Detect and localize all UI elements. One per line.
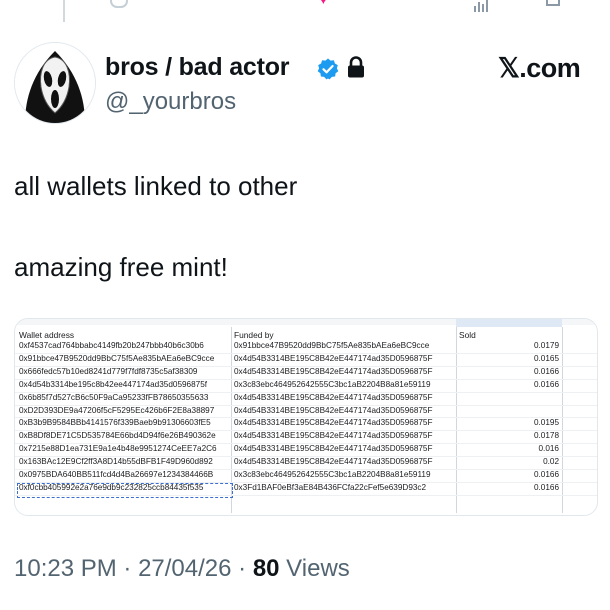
header-sold: Sold (459, 330, 476, 340)
sold-cell[interactable]: 0.02 (499, 457, 559, 466)
reply-icon[interactable] (110, 0, 128, 8)
heart-icon[interactable]: ♥ (318, 0, 336, 8)
wallet-address-cell[interactable]: 0x91bbce47B9520dd9BbC75f5Ae835bAEa6eBC9c… (19, 354, 214, 363)
funded-by-cell[interactable]: 0x91bbce47B9520dd9BbC75f5Ae835bAEa6eBC9c… (234, 341, 429, 350)
funded-by-cell[interactable]: 0x3Fd1BAF0eBf3aE84B436FCfa22cFef5e639D93… (234, 483, 426, 492)
sold-cell[interactable]: 0.0165 (499, 354, 559, 363)
funded-by-cell[interactable]: 0x4d54B3314BE195C8B42eE447174ad35D059687… (234, 457, 433, 466)
sold-cell[interactable]: 0.0166 (499, 367, 559, 376)
funded-by-cell[interactable]: 0x3c83ebc464952642555C3bc1aB2204B8a81e59… (234, 380, 431, 389)
date: 27/04/26 (138, 555, 232, 582)
sold-cell[interactable]: 0.0178 (499, 431, 559, 440)
verified-badge-icon (317, 58, 339, 80)
funded-by-cell[interactable]: 0x4d54B3314BE195C8B42eE447174ad35D059687… (234, 393, 433, 402)
lock-icon (348, 56, 364, 78)
funded-by-cell[interactable]: 0x4d54B3314BE195C8B42eE447174ad35D059687… (234, 431, 433, 440)
funded-by-cell[interactable]: 0x4d54B3314BE195C8B42eE447174ad35D059687… (234, 418, 433, 427)
brand-logo: 𝕏.com (498, 53, 581, 83)
sold-column-header-band (456, 319, 562, 327)
wallet-address-cell[interactable]: 0x0975BDA640BB511fcd4d4Ba26697e123438446… (19, 470, 213, 479)
avatar[interactable] (14, 42, 96, 124)
user-handle[interactable]: @_yourbros (105, 88, 236, 116)
sold-cell[interactable]: 0.0166 (499, 380, 559, 389)
tweet-text-line-1: all wallets linked to other (14, 171, 298, 201)
wallet-address-cell[interactable]: 0x7215e88D1ea731E9a1e4b48e9951274CeEE7a2… (19, 444, 217, 453)
header-funded: Funded by (234, 330, 274, 340)
wallet-address-cell[interactable]: 0x6b85f7d527cB6c50F9aCa95233fFB786503556… (19, 393, 208, 402)
display-name[interactable]: bros / bad actor (105, 53, 290, 82)
tweet-text-line-2: amazing free mint! (14, 252, 228, 282)
wallet-address-cell[interactable]: 0xB8Df8DE71C5D535784E66bd4D94f6e26B49036… (19, 431, 216, 440)
row-gridline (15, 494, 597, 496)
wallet-address-cell[interactable]: 0xf0cbb405992e2a76e9db9c232825ccb84435f5… (19, 483, 203, 492)
funded-by-cell[interactable]: 0x3c83ebc464952642555C3bc1aB2204B8a81e59… (234, 470, 431, 479)
wallet-address-cell[interactable]: 0x163BAc12E9Cf2ff3A8D14b55dBFB1F49D960d8… (19, 457, 213, 466)
wallet-address-cell[interactable]: 0x4d54b3314be195c8b42ee447174ad35d059687… (19, 380, 207, 389)
separator: · (231, 555, 253, 582)
funded-by-cell[interactable]: 0x4d54B3314BE195C8B42eE447174ad35D059687… (234, 444, 433, 453)
wallet-address-cell[interactable]: 0xD2D393DE9a47206f5cF5295Ec426b6F2E8a388… (19, 406, 214, 415)
spreadsheet-image[interactable]: Wallet address Funded by Sold 0xf4537cad… (14, 318, 598, 516)
bookmark-icon[interactable] (546, 0, 560, 6)
sold-cell[interactable]: 0.0195 (499, 418, 559, 427)
thread-line (63, 0, 65, 22)
funded-by-cell[interactable]: 0x4d54B3314BE195C8B42eE447174ad35D059687… (234, 354, 433, 363)
views-label: Views (279, 555, 350, 582)
header-wallet: Wallet address (19, 330, 75, 340)
wallet-address-cell[interactable]: 0xf4537cad764bbabc4149fb20b247bbb40b6c30… (19, 341, 204, 350)
funded-by-cell[interactable]: 0x4d54B3314BE195C8B42eE447174ad35D059687… (234, 406, 433, 415)
ghostface-mask-icon (15, 43, 95, 123)
sold-cell[interactable]: 0.0179 (499, 341, 559, 350)
funded-by-cell[interactable]: 0x4d54B3314BE195C8B42eE447174ad35D059687… (234, 367, 433, 376)
sold-cell[interactable]: 0.016 (499, 444, 560, 453)
tweet-timestamp[interactable]: 10:23 PM · 27/04/26 · 80 Views (14, 555, 350, 583)
separator: · (116, 555, 139, 582)
wallet-address-cell[interactable]: 0xB3b9B9584BBb4141576f339Baeb9b91306603f… (19, 418, 211, 427)
sold-cell[interactable]: 0.0166 (499, 470, 559, 479)
wallet-address-cell[interactable]: 0x666fedc57b10ed8241d779f7fdf8735c5af383… (19, 367, 197, 376)
sold-cell[interactable]: 0.0166 (499, 483, 559, 492)
time: 10:23 PM (14, 555, 117, 582)
stats-icon[interactable] (474, 0, 492, 12)
previous-tweet-actions: ♥ (0, 0, 610, 22)
column-divider (562, 327, 563, 513)
column-divider (456, 327, 457, 513)
views-count: 80 (252, 555, 280, 582)
